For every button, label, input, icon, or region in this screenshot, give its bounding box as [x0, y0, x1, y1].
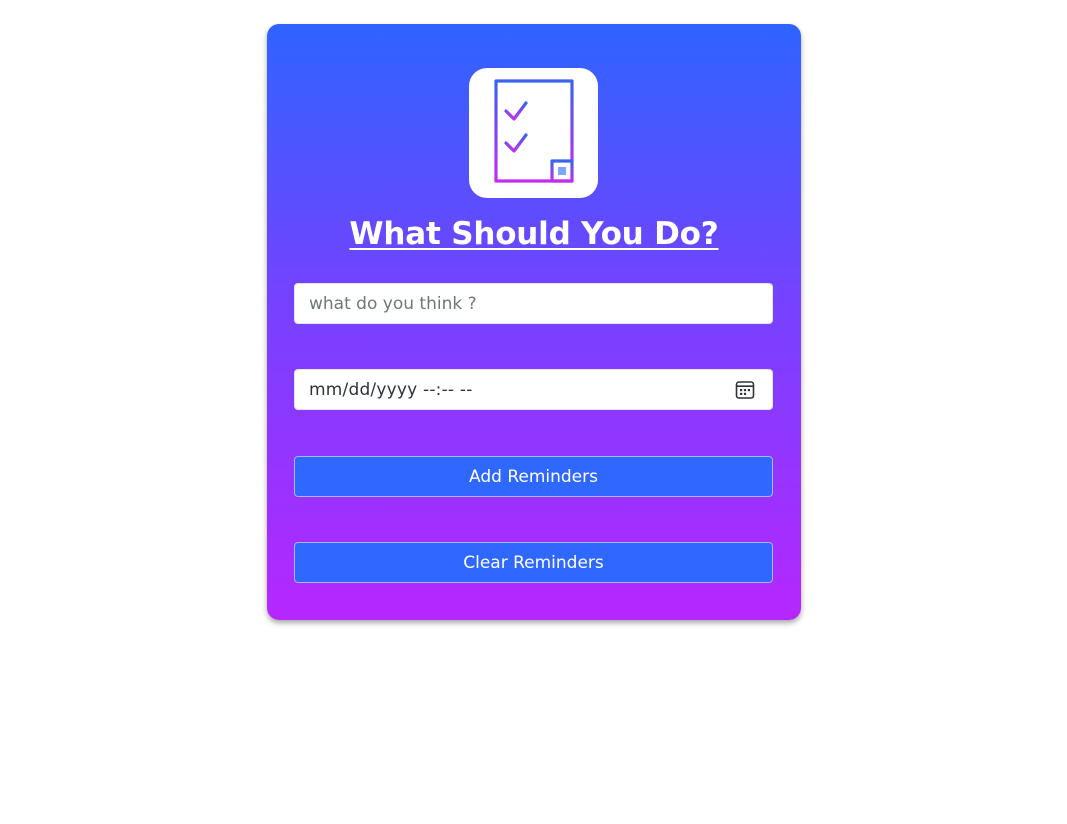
reminder-card: What Should You Do? mm/dd/yyyy --:-- -- … — [267, 24, 801, 620]
task-input[interactable] — [294, 283, 773, 324]
page-title: What Should You Do? — [349, 216, 719, 252]
datetime-input[interactable]: mm/dd/yyyy --:-- -- — [294, 369, 773, 410]
clear-reminders-button[interactable]: Clear Reminders — [294, 542, 773, 583]
app-logo — [469, 68, 598, 198]
calendar-icon[interactable] — [734, 379, 756, 401]
datetime-placeholder: mm/dd/yyyy --:-- -- — [309, 379, 473, 400]
add-reminders-button[interactable]: Add Reminders — [294, 456, 773, 497]
checklist-icon — [493, 79, 574, 183]
